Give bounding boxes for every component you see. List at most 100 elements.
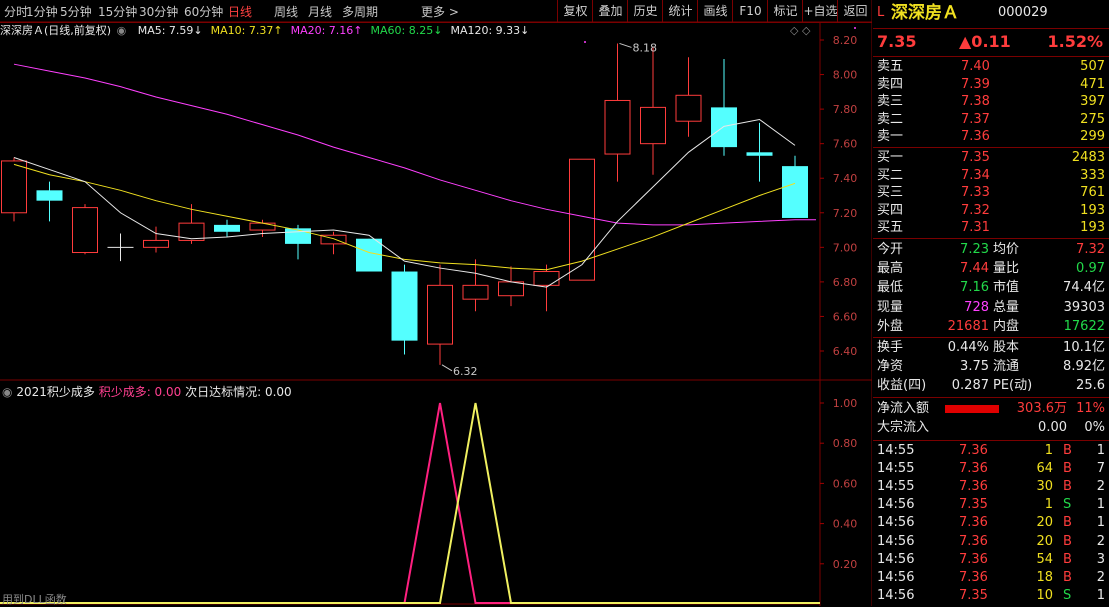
sell-vol-0: 507 xyxy=(1080,59,1105,74)
buy-row-4: 买五 7.31 193 xyxy=(873,219,1109,237)
candle-6 xyxy=(214,219,240,237)
tick-bs-6: B xyxy=(1063,551,1072,567)
tick-count-1: 7 xyxy=(1096,461,1105,477)
buy-price-3: 7.32 xyxy=(961,202,990,218)
sep-1 xyxy=(873,56,1109,57)
stat-value-b-1: 0.97 xyxy=(1076,261,1105,277)
tick-row-1: 14:55 7.36 64 B 7 xyxy=(873,460,1109,478)
candle-15 xyxy=(533,264,560,312)
stat2-value-b-1: 8.92亿 xyxy=(1063,359,1105,375)
kline-chart[interactable]: 8.20 8.00 7.80 7.60 7.40 7.20 7.00 6.80 6.60 6.40… xyxy=(0,0,872,606)
tick-vol-1: 64 xyxy=(1036,461,1053,477)
tick-vol-4: 20 xyxy=(1036,515,1053,531)
tick-bs-7: B xyxy=(1063,569,1072,585)
dot-mark-2 xyxy=(854,27,856,29)
stat-row-2: 最低 7.16 市值 74.4亿 xyxy=(873,279,1109,297)
buy-label-1: 买二 xyxy=(877,167,904,183)
tick-count-0: 1 xyxy=(1096,443,1105,458)
buy-label-2: 买三 xyxy=(877,185,904,201)
price-tick-label-3: 7.60 xyxy=(833,138,858,151)
tick-time-3: 14:56 xyxy=(877,497,915,513)
candle-2 xyxy=(72,204,98,255)
sell-price-1: 7.39 xyxy=(961,76,990,92)
flow-pct-1: 0% xyxy=(1084,420,1105,435)
tick-bs-3: S xyxy=(1063,497,1072,513)
ind-tick-label-2: 0.60 xyxy=(833,477,858,490)
candle-18 xyxy=(640,46,666,175)
buy-vol-4: 193 xyxy=(1080,220,1105,236)
ma5-line xyxy=(13,118,796,288)
stat-label-b-0: 均价 xyxy=(993,242,1020,257)
stat2-label-a-1: 净资 xyxy=(877,359,904,375)
stat-value-b-0: 7.32 xyxy=(1076,242,1105,257)
stock-name: 深深房Ａ xyxy=(891,3,959,23)
buy-price-2: 7.33 xyxy=(961,185,990,201)
footer-note: 用到DLL函数 xyxy=(2,593,67,606)
stat-label-b-4: 内盘 xyxy=(993,318,1020,334)
tick-price-6: 7.36 xyxy=(959,551,988,567)
sell-row-1: 卖四 7.39 471 xyxy=(873,76,1109,94)
tick-vol-6: 54 xyxy=(1036,551,1053,567)
candle-19 xyxy=(675,57,702,137)
sell-row-0: 卖五 7.40 507 xyxy=(873,58,1109,76)
flow-pct-0: 11% xyxy=(1076,401,1105,416)
buy-price-4: 7.31 xyxy=(961,220,990,236)
quote-panel: L 深深房Ａ 000029 7.35 ▲0.11 1.52% 卖五 7.40 507 卖四 7.39… xyxy=(873,0,1109,606)
stat2-value-b-2: 25.6 xyxy=(1076,378,1105,394)
candle-12 xyxy=(427,264,453,365)
stat-label-a-1: 最高 xyxy=(877,261,904,277)
candle-20 xyxy=(711,59,737,156)
candle-16 xyxy=(569,158,595,281)
flow-label-0: 净流入额 xyxy=(877,401,930,416)
flow-bar xyxy=(945,405,999,413)
tick-price-3: 7.35 xyxy=(959,497,988,513)
candle-10 xyxy=(356,238,382,272)
tick-count-7: 2 xyxy=(1096,569,1105,585)
stat2-value-a-0: 0.44% xyxy=(947,340,989,355)
price-change: ▲0.11 xyxy=(959,32,1011,51)
buy-price-0: 7.35 xyxy=(961,150,990,165)
indicator-series-1 xyxy=(0,402,820,604)
ind-tick-label-4: 0.20 xyxy=(833,558,858,571)
tick-row-4: 14:56 7.36 20 B 1 xyxy=(873,514,1109,532)
stat2-label-b-0: 股本 xyxy=(993,340,1020,355)
indicator-settings-icon[interactable]: ◉ xyxy=(2,385,12,399)
buy-vol-2: 761 xyxy=(1080,185,1105,201)
dot-mark xyxy=(584,41,586,43)
tick-price-8: 7.35 xyxy=(959,587,988,603)
ma20-line xyxy=(13,63,796,226)
flow-value-0: 303.6万 xyxy=(1016,401,1067,416)
indicator-name: 2021积少成多 xyxy=(16,385,95,399)
tick-vol-3: 1 xyxy=(1044,497,1053,513)
candle-11 xyxy=(391,264,418,355)
stat-value-b-3: 39303 xyxy=(1063,299,1105,315)
sell-vol-4: 299 xyxy=(1080,129,1105,145)
stat2-value-b-0: 10.1亿 xyxy=(1063,340,1105,355)
candle-13 xyxy=(462,259,489,312)
tick-row-3: 14:56 7.35 1 S 1 xyxy=(873,496,1109,514)
buy-label-0: 买一 xyxy=(877,150,904,165)
tick-count-6: 3 xyxy=(1096,551,1105,567)
candle-14 xyxy=(498,266,524,307)
buy-vol-3: 193 xyxy=(1080,202,1105,218)
tick-time-8: 14:56 xyxy=(877,587,915,603)
buy-label-4: 买五 xyxy=(877,220,904,236)
tick-time-2: 14:55 xyxy=(877,479,915,495)
stat-value-a-2: 7.16 xyxy=(960,280,989,296)
sell-vol-3: 275 xyxy=(1080,111,1105,127)
tick-vol-8: 10 xyxy=(1036,587,1053,603)
sell-price-3: 7.37 xyxy=(961,111,990,127)
candle-1 xyxy=(36,181,63,222)
flow-row-1: 大宗流入 0.00 0% xyxy=(873,419,1109,437)
price-tick-label-0: 8.20 xyxy=(833,34,858,47)
tick-bs-2: B xyxy=(1063,479,1072,495)
buy-price-1: 7.34 xyxy=(961,167,990,183)
stat-row-4: 外盘 21681 内盘 17622 xyxy=(873,318,1109,336)
price-tick-label-8: 6.60 xyxy=(833,310,858,323)
tick-price-4: 7.36 xyxy=(959,515,988,531)
sep-4 xyxy=(873,337,1109,338)
tick-count-8: 1 xyxy=(1096,587,1105,603)
stat-value-a-4: 21681 xyxy=(947,318,989,334)
high-marker-label: 8.18 xyxy=(633,41,658,54)
tick-time-0: 14:55 xyxy=(877,443,915,458)
